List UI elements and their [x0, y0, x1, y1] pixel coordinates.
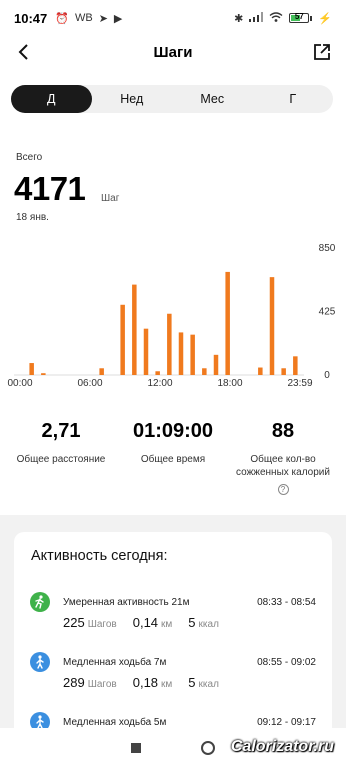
chart-bar[interactable]	[202, 368, 207, 375]
chart-bar[interactable]	[41, 373, 46, 375]
info-icon[interactable]: ?	[277, 484, 289, 495]
home-button[interactable]	[201, 741, 215, 755]
activity-time: 08:55 - 09:02	[257, 657, 316, 668]
status-time: 10:47	[14, 10, 48, 26]
activity-distance: 0,14	[132, 615, 159, 630]
activity-steps: 289	[63, 675, 85, 690]
chart-bar[interactable]	[155, 371, 160, 375]
x-tick-label: 00:00	[7, 378, 32, 389]
chart-bar[interactable]	[269, 277, 275, 375]
stat-distance: 2,71 Общее расстояние	[6, 420, 116, 466]
stat-calories-value: 88	[271, 420, 295, 442]
x-tick-label: 06:00	[77, 378, 102, 389]
total-steps-value: 4171	[14, 170, 86, 207]
activity-stats: 225 Шагов 0,14 км 5 ккал	[63, 615, 235, 630]
x-tick-label: 12:00	[147, 378, 172, 389]
status-right-icons: ✱ 57 ⚡	[234, 11, 332, 25]
stat-distance-value: 2,71	[41, 420, 81, 442]
running-icon	[30, 592, 50, 612]
back-button[interactable]	[10, 38, 38, 66]
activity-kcal: 5	[188, 675, 196, 690]
activity-time: 08:33 - 08:54	[257, 597, 316, 608]
page-title: Шаги	[153, 43, 193, 61]
chart-bar[interactable]	[258, 367, 263, 375]
stat-calories: 88 Общее кол-во сожженных калорий ?	[228, 420, 338, 497]
chart-bar[interactable]	[167, 313, 172, 375]
chart-bar[interactable]	[281, 368, 286, 375]
activity-distance-unit: км	[161, 679, 173, 690]
play-icon: ▶	[113, 12, 123, 25]
chart-bar[interactable]	[190, 334, 195, 375]
alarm-icon: ⏰	[55, 12, 69, 25]
chart-bar[interactable]	[29, 363, 34, 375]
chart-bar[interactable]	[132, 284, 137, 375]
recents-button[interactable]	[131, 743, 141, 753]
telegram-icon: ➤	[98, 12, 108, 25]
activity-title: Активность сегодня:	[31, 548, 168, 564]
x-tick-label: 18:00	[217, 378, 242, 389]
tab-month[interactable]: Мес	[172, 85, 253, 113]
activity-distance: 0,18	[132, 675, 159, 690]
activity-steps-unit: Шагов	[87, 679, 117, 690]
activity-stats: 289 Шагов 0,18 км 5 ккал	[63, 675, 235, 690]
walking-icon	[30, 652, 50, 672]
chart-bar[interactable]	[225, 271, 230, 375]
wb-icon: WB	[74, 12, 93, 24]
total-label: Всего	[16, 152, 43, 163]
tab-year[interactable]: Г	[253, 85, 334, 113]
activity-kcal-unit: ккал	[198, 619, 219, 630]
activity-time: 09:12 - 09:17	[257, 717, 316, 728]
chart-bar[interactable]	[213, 354, 219, 375]
steps-chart: 850 425 0 00:00 06:00 12:00 18:00 23:59	[7, 243, 336, 389]
tab-week[interactable]: Нед	[92, 85, 173, 113]
wifi-icon	[269, 11, 283, 25]
status-bar: 10:47 ⏰ WB ➤ ▶ ✱ 57 ⚡	[0, 0, 346, 36]
stat-time-value: 01:09:00	[132, 420, 214, 442]
activity-name: Медленная ходьба 7м	[63, 657, 167, 668]
activity-kcal: 5	[188, 615, 196, 630]
summary-date: 18 янв.	[16, 212, 49, 223]
watermark-logo: Calorizator.ru	[230, 738, 334, 755]
share-button[interactable]	[308, 38, 336, 66]
share-icon	[314, 44, 330, 60]
activity-steps-unit: Шагов	[87, 619, 117, 630]
charging-icon: ⚡	[318, 12, 332, 25]
stat-distance-label: Общее расстояние	[16, 454, 106, 465]
chart-bar[interactable]	[120, 304, 125, 375]
bluetooth-icon: ✱	[234, 12, 244, 25]
activity-item[interactable]: Умеренная активность 21м 08:33 - 08:54 2…	[14, 592, 332, 652]
stats-row: 2,71 Общее расстояние 01:09:00 Общее вре…	[0, 420, 346, 495]
period-tabs: Д Нед Мес Г	[11, 85, 333, 113]
stat-calories-label: Общее кол-во сожженных калорий	[236, 454, 330, 478]
stat-time: 01:09:00 Общее время	[118, 420, 228, 466]
status-left-icons: ⏰ WB ➤ ▶	[55, 12, 122, 25]
header: Шаги	[0, 36, 346, 68]
stat-time-label: Общее время	[140, 454, 206, 465]
chart-bar[interactable]	[178, 332, 184, 375]
activity-distance-unit: км	[161, 619, 173, 630]
y-tick-label: 850	[319, 243, 336, 254]
signal-icon	[249, 11, 264, 25]
tab-day[interactable]: Д	[11, 85, 92, 113]
chart-bar[interactable]	[293, 356, 298, 375]
activity-steps: 225	[63, 615, 85, 630]
activity-name: Умеренная активность 21м	[63, 597, 190, 608]
y-tick-label: 425	[319, 307, 336, 318]
chevron-left-icon	[18, 44, 28, 60]
activity-name: Медленная ходьба 5м	[63, 717, 167, 728]
activity-item[interactable]: Медленная ходьба 7м 08:55 - 09:02 289 Шаг…	[14, 652, 332, 712]
chart-bar[interactable]	[143, 328, 149, 375]
activity-kcal-unit: ккал	[198, 679, 219, 690]
battery-icon: 57	[289, 12, 313, 23]
total-steps-unit: Шаг	[101, 193, 120, 204]
y-tick-label: 0	[324, 370, 330, 381]
x-tick-label: 23:59	[287, 378, 312, 389]
chart-bar[interactable]	[99, 368, 104, 375]
